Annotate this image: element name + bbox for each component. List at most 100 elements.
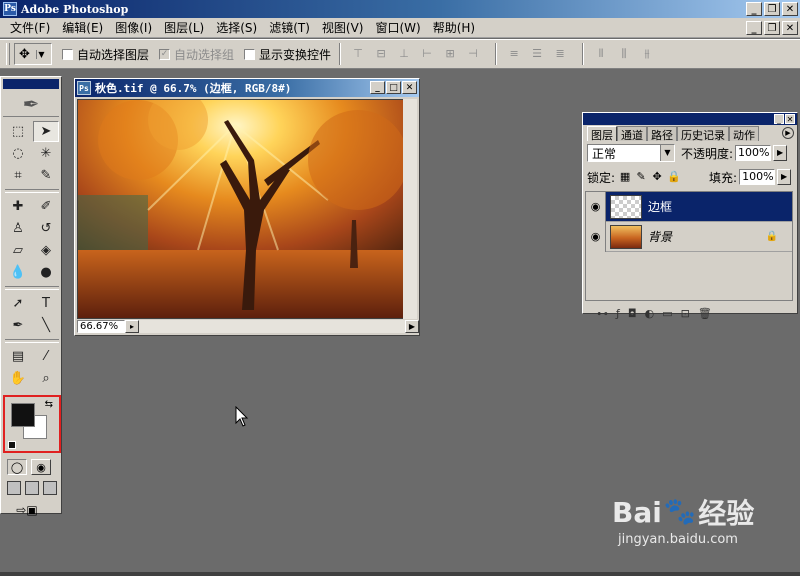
standard-mode-button[interactable]: ◯ [7, 459, 27, 475]
palette-close-button[interactable]: ✕ [785, 114, 795, 124]
lock-all-icon[interactable]: 🔒 [667, 171, 681, 183]
show-transform-controls-checkbox[interactable]: 显示变换控件 [244, 46, 331, 63]
menu-layer[interactable]: 图层(L) [158, 19, 210, 36]
layer-mask-icon[interactable]: ◘ [628, 307, 637, 320]
zoom-tool-icon[interactable]: ⌕ [33, 368, 59, 389]
menu-edit[interactable]: 编辑(E) [56, 19, 109, 36]
palette-menu-icon[interactable]: ▶ [782, 127, 794, 139]
menu-window[interactable]: 窗口(W) [369, 19, 426, 36]
opacity-field[interactable]: 100% [735, 145, 772, 161]
move-tool-icon[interactable]: ➤ [33, 121, 59, 142]
document-title-bar[interactable]: Ps 秋色.tif @ 66.7% (边框, RGB/8#) _ □ ✕ [75, 79, 419, 97]
restore-button[interactable]: ❐ [764, 2, 780, 16]
fill-label: 填充: [709, 170, 738, 185]
tab-paths[interactable]: 路径 [647, 126, 677, 141]
layer-style-icon[interactable]: ƒ [616, 307, 620, 320]
fill-field[interactable]: 100% [739, 169, 776, 185]
layer-thumbnail [610, 224, 642, 249]
paw-icon: 🐾 [663, 497, 697, 527]
options-grip[interactable] [6, 43, 10, 65]
menu-view[interactable]: 视图(V) [316, 19, 370, 36]
tab-actions[interactable]: 动作 [729, 126, 759, 141]
status-menu-button[interactable]: ▸ [125, 319, 139, 333]
link-layers-icon[interactable]: ⊷ [597, 307, 608, 320]
brush-tool-icon[interactable]: ✐ [33, 196, 59, 217]
slice-tool-icon[interactable]: ✎ [33, 165, 59, 186]
new-layer-icon[interactable]: ⊡ [681, 307, 690, 320]
distribute-top-icon: ≡ [509, 47, 519, 60]
blur-tool-icon[interactable]: 💧 [5, 262, 31, 283]
path-selection-tool-icon[interactable]: ➚ [5, 293, 31, 314]
document-maximize-button[interactable]: □ [386, 81, 401, 94]
divider [582, 43, 585, 65]
vertical-scrollbar[interactable] [403, 99, 417, 319]
tool-preset-picker[interactable]: ✥ ▼ [14, 43, 52, 65]
document-canvas[interactable] [77, 99, 405, 319]
palette-minimize-button[interactable]: _ [774, 114, 784, 124]
document-minimize-button[interactable]: _ [370, 81, 385, 94]
layer-row-background[interactable]: ◉ 背景 🔒 [586, 221, 792, 252]
quick-mask-mode-button[interactable]: ◉ [31, 459, 51, 475]
document-close-button[interactable]: ✕ [402, 81, 417, 94]
checkbox-box[interactable] [62, 48, 73, 60]
fill-slider-button[interactable]: ▶ [777, 169, 792, 185]
document-title: 秋色.tif @ 66.7% (边框, RGB/8#) [95, 82, 292, 95]
auto-select-layer-checkbox[interactable]: 自动选择图层 [62, 46, 149, 63]
layer-row-border[interactable]: ◉ 边框 [586, 191, 792, 222]
delete-layer-icon[interactable]: 🗑 [698, 307, 712, 320]
default-colors-icon[interactable] [8, 441, 16, 449]
eraser-tool-icon[interactable]: ▱ [5, 240, 31, 261]
blend-mode-select[interactable]: 正常 ▼ [587, 144, 675, 162]
doc-close-button[interactable]: ✕ [782, 21, 798, 35]
tab-history[interactable]: 历史记录 [677, 126, 729, 141]
checkbox-box[interactable] [244, 48, 256, 60]
notes-tool-icon[interactable]: ▤ [5, 346, 31, 367]
blend-mode-value: 正常 [592, 146, 617, 161]
magic-wand-tool-icon[interactable]: ✳ [33, 143, 59, 164]
healing-brush-tool-icon[interactable]: ✚ [5, 196, 31, 217]
eye-icon[interactable]: ◉ [586, 221, 606, 252]
layers-palette-title-bar[interactable]: _ ✕ [583, 113, 797, 125]
zoom-level-field[interactable]: 66.67% [77, 319, 125, 333]
horizontal-scrollbar[interactable] [139, 319, 405, 333]
foreground-color-swatch[interactable] [11, 403, 35, 427]
tab-layers[interactable]: 图层 [587, 126, 617, 141]
full-screen-mode-button[interactable] [43, 481, 57, 495]
lock-transparency-icon[interactable]: ▦ [619, 171, 631, 183]
eye-icon[interactable]: ◉ [586, 191, 606, 222]
menu-image[interactable]: 图像(I) [109, 19, 158, 36]
minimize-button[interactable]: _ [746, 2, 762, 16]
lasso-tool-icon[interactable]: ◌ [5, 143, 31, 164]
jump-to-imageready-button[interactable]: ⇨▣ [7, 501, 47, 519]
swap-colors-icon[interactable]: ⇆ [45, 399, 53, 410]
doc-minimize-button[interactable]: _ [746, 21, 762, 35]
scroll-right-arrow-icon[interactable]: ▶ [405, 319, 419, 333]
menu-file[interactable]: 文件(F) [4, 19, 56, 36]
standard-screen-mode-button[interactable] [7, 481, 21, 495]
new-group-icon[interactable]: ▭ [662, 307, 672, 320]
doc-restore-button[interactable]: ❐ [764, 21, 780, 35]
adjustment-layer-icon[interactable]: ◐ [645, 307, 655, 320]
eyedropper-tool-icon[interactable]: ⁄ [33, 346, 59, 367]
feather-logo-icon[interactable]: ✒ [3, 91, 59, 117]
pen-tool-icon[interactable]: ✒ [5, 315, 31, 336]
history-brush-tool-icon[interactable]: ↺ [33, 218, 59, 239]
close-button[interactable]: ✕ [782, 2, 798, 16]
menu-filter[interactable]: 滤镜(T) [263, 19, 316, 36]
menu-help[interactable]: 帮助(H) [427, 19, 481, 36]
type-tool-icon[interactable]: T [33, 293, 59, 314]
opacity-slider-button[interactable]: ▶ [773, 145, 788, 161]
lock-position-icon[interactable]: ✥ [651, 171, 663, 183]
lock-image-icon[interactable]: ✎ [635, 171, 647, 183]
hand-tool-icon[interactable]: ✋ [5, 368, 31, 389]
toolbox-title-bar[interactable] [3, 79, 59, 89]
dodge-tool-icon[interactable]: ● [33, 262, 59, 283]
clone-stamp-tool-icon[interactable]: ♙ [5, 218, 31, 239]
crop-tool-icon[interactable]: ⌗ [5, 165, 31, 186]
marquee-tool-icon[interactable]: ⬚ [5, 121, 31, 142]
paint-bucket-tool-icon[interactable]: ◈ [33, 240, 59, 261]
tab-channels[interactable]: 通道 [617, 126, 647, 141]
line-tool-icon[interactable]: ╲ [33, 315, 59, 336]
full-screen-menu-mode-button[interactable] [25, 481, 39, 495]
menu-select[interactable]: 选择(S) [210, 19, 263, 36]
